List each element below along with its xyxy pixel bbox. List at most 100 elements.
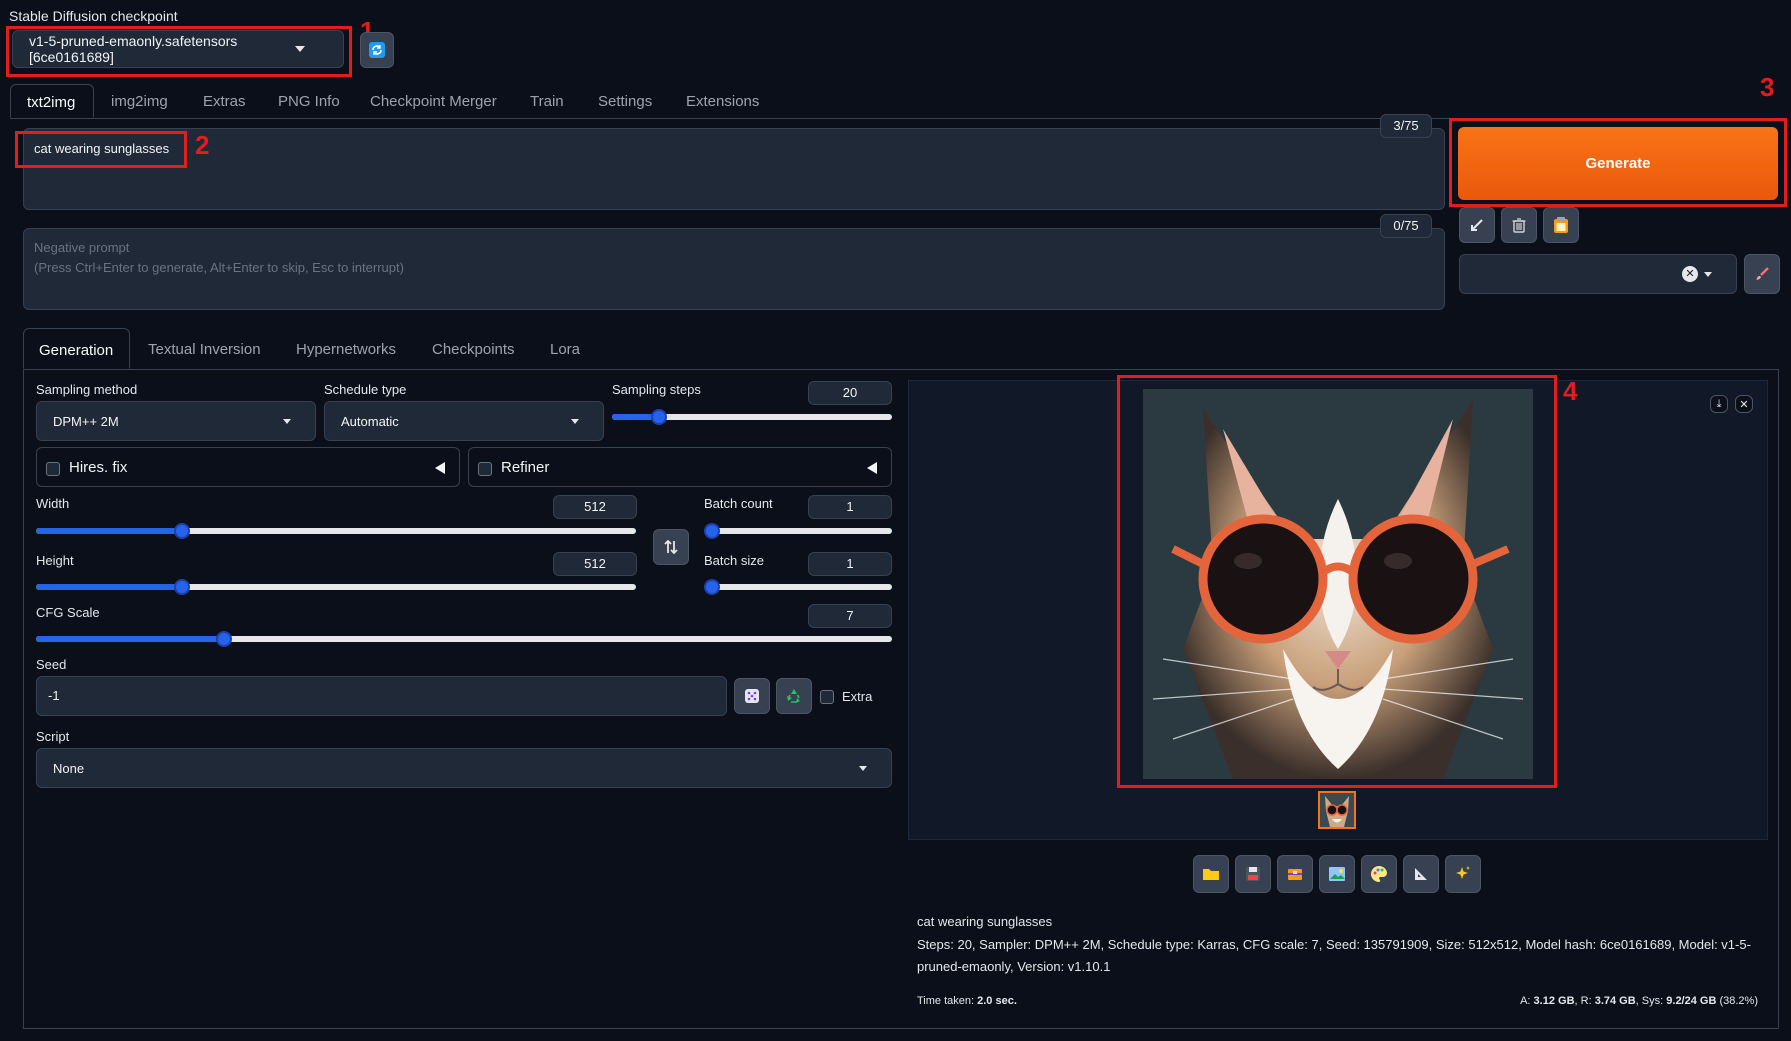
refiner-label: Refiner xyxy=(501,459,550,476)
slider-track xyxy=(704,584,892,590)
script-dropdown[interactable]: None xyxy=(36,748,892,788)
batch-size-slider[interactable] xyxy=(704,579,892,595)
generation-tabs: Generation Textual Inversion Hypernetwor… xyxy=(23,328,1779,370)
sampling-steps-slider[interactable] xyxy=(612,409,892,425)
styles-clipboard-button[interactable] xyxy=(1543,207,1579,243)
mem-sys-label: Sys: xyxy=(1641,995,1664,1007)
tab-img2img[interactable]: img2img xyxy=(111,93,168,110)
memory-stats: A: 3.12 GB, R: 3.74 GB, Sys: 9.2/24 GB (… xyxy=(1520,995,1758,1007)
chevron-down-icon xyxy=(571,418,579,424)
chevron-down-icon xyxy=(1704,271,1712,277)
height-input[interactable]: 512 xyxy=(553,552,637,576)
cat-thumbnail-image xyxy=(1320,793,1354,827)
schedule-type-label: Schedule type xyxy=(324,382,407,397)
sampling-method-dropdown[interactable]: DPM++ 2M xyxy=(36,401,316,441)
slider-thumb[interactable] xyxy=(174,523,190,539)
mem-r-value: 3.74 GB xyxy=(1594,995,1636,1007)
script-label: Script xyxy=(36,729,70,744)
dice-icon xyxy=(745,689,759,703)
hires-fix-label: Hires. fix xyxy=(69,459,128,476)
negative-token-counter: 0/75 xyxy=(1380,214,1432,238)
checkpoint-label: Stable Diffusion checkpoint xyxy=(9,8,178,24)
slider-thumb[interactable] xyxy=(704,523,720,539)
gallery-thumbnail[interactable] xyxy=(1318,791,1356,829)
triangle-ruler-icon xyxy=(1415,868,1427,880)
save-button[interactable] xyxy=(1235,855,1271,893)
tab-generation[interactable]: Generation xyxy=(23,328,130,369)
open-folder-button[interactable] xyxy=(1193,855,1229,893)
swap-dimensions-button[interactable] xyxy=(653,529,689,565)
seed-input[interactable]: -1 xyxy=(36,676,727,716)
close-preview-button[interactable]: ✕ xyxy=(1735,395,1753,413)
send-to-img2img-button[interactable] xyxy=(1319,855,1355,893)
collapse-arrow-icon xyxy=(435,462,445,474)
slider-thumb[interactable] xyxy=(704,579,720,595)
time-taken: Time taken: 2.0 sec. xyxy=(917,995,1017,1007)
upscale-button[interactable] xyxy=(1445,855,1481,893)
folder-icon xyxy=(1203,869,1219,880)
batch-size-input[interactable]: 1 xyxy=(808,552,892,576)
send-to-inpaint-button[interactable] xyxy=(1361,855,1397,893)
extra-seed-label: Extra xyxy=(842,689,873,704)
chevron-down-icon xyxy=(283,418,291,424)
zip-button[interactable] xyxy=(1277,855,1313,893)
extra-seed-checkbox[interactable] xyxy=(820,690,834,704)
tab-png-info[interactable]: PNG Info xyxy=(278,93,340,110)
output-params-line2: pruned-emaonly, Version: v1.10.1 xyxy=(917,959,1111,974)
seed-value: -1 xyxy=(48,688,60,703)
refresh-checkpoint-button[interactable] xyxy=(360,32,394,68)
slider-thumb[interactable] xyxy=(174,579,190,595)
random-seed-button[interactable] xyxy=(734,678,770,714)
sampling-steps-input[interactable]: 20 xyxy=(808,381,892,405)
trash-icon xyxy=(1512,218,1526,233)
width-input[interactable]: 512 xyxy=(553,495,637,519)
tab-extras[interactable]: Extras xyxy=(203,93,246,110)
clear-prompt-button[interactable] xyxy=(1501,207,1537,243)
annotation-box-1 xyxy=(6,26,352,77)
chevron-down-icon xyxy=(859,765,867,771)
batch-count-input[interactable]: 1 xyxy=(808,495,892,519)
reuse-seed-button[interactable] xyxy=(776,678,812,714)
time-taken-label: Time taken: xyxy=(917,995,975,1007)
sampling-method-value: DPM++ 2M xyxy=(53,413,119,429)
width-slider[interactable] xyxy=(36,523,636,539)
slider-thumb[interactable] xyxy=(215,631,232,647)
height-slider[interactable] xyxy=(36,579,636,595)
slider-fill xyxy=(36,528,182,534)
tab-txt2img[interactable]: txt2img xyxy=(10,84,94,118)
batch-count-slider[interactable] xyxy=(704,523,892,539)
tab-checkpoint-merger[interactable]: Checkpoint Merger xyxy=(370,93,497,110)
styles-dropdown[interactable]: ✕ xyxy=(1459,254,1737,294)
schedule-type-value: Automatic xyxy=(341,413,399,429)
hires-fix-accordion[interactable]: Hires. fix xyxy=(36,447,460,487)
slider-fill xyxy=(36,584,182,590)
tab-lora[interactable]: Lora xyxy=(550,341,580,358)
script-value: None xyxy=(53,760,85,776)
cfg-scale-input[interactable]: 7 xyxy=(808,604,892,628)
edit-styles-button[interactable] xyxy=(1744,254,1780,294)
tab-hypernetworks[interactable]: Hypernetworks xyxy=(296,341,396,358)
seed-label: Seed xyxy=(36,657,67,672)
refiner-accordion[interactable]: Refiner xyxy=(468,447,892,487)
cfg-scale-label: CFG Scale xyxy=(36,605,100,620)
prompt-textarea[interactable] xyxy=(23,128,1445,210)
tab-textual-inversion[interactable]: Textual Inversion xyxy=(148,341,261,358)
tab-settings[interactable]: Settings xyxy=(598,93,652,110)
annotation-number-2: 2 xyxy=(195,130,210,160)
schedule-type-dropdown[interactable]: Automatic xyxy=(324,401,604,441)
download-button[interactable]: ⤓ xyxy=(1710,395,1728,413)
clear-selection-icon[interactable]: ✕ xyxy=(1682,266,1698,282)
tab-extensions[interactable]: Extensions xyxy=(686,93,759,110)
mem-r-label: R: xyxy=(1580,995,1592,1007)
read-params-button[interactable] xyxy=(1459,207,1495,243)
mem-sys-value: 9.2/24 GB xyxy=(1666,995,1717,1007)
refiner-checkbox[interactable] xyxy=(478,462,492,476)
tab-checkpoints[interactable]: Checkpoints xyxy=(432,341,515,358)
sparkles-icon xyxy=(1456,866,1470,879)
cfg-scale-slider[interactable] xyxy=(36,631,892,647)
send-to-extras-button[interactable] xyxy=(1403,855,1439,893)
tab-train[interactable]: Train xyxy=(530,93,564,110)
mem-a-label: A: xyxy=(1520,995,1531,1007)
hires-fix-checkbox[interactable] xyxy=(46,462,60,476)
mem-pct: (38.2%) xyxy=(1719,995,1758,1007)
